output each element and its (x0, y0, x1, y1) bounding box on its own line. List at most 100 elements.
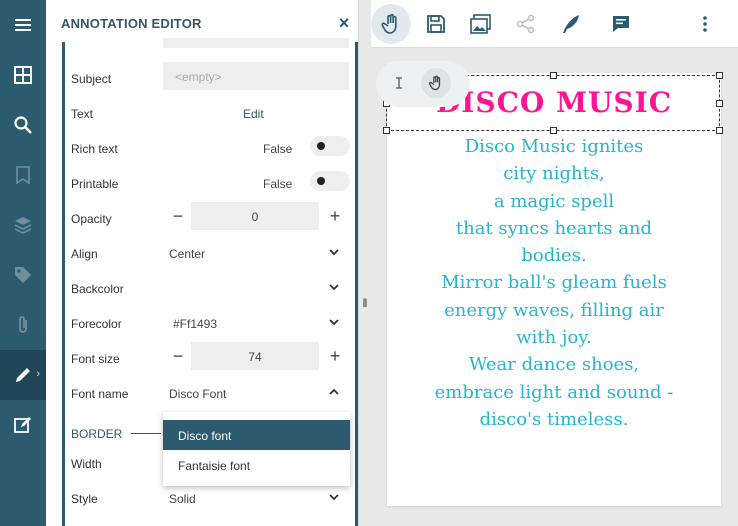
font-option-disco[interactable]: Disco font (163, 420, 350, 450)
printable-toggle[interactable] (310, 171, 350, 191)
share-button[interactable] (506, 4, 546, 44)
text-line: bodies. (521, 245, 587, 267)
tag-icon (15, 267, 31, 283)
forecolor-value: #Ff1493 (173, 317, 218, 331)
annotation-editor-panel: ANNOTATION EDITOR × Subject <empty> Text… (46, 0, 359, 526)
font-option-fantaisie[interactable]: Fantaisie font (163, 450, 350, 480)
chevron-down-icon (329, 494, 339, 501)
text-line: Mirror ball's gleam fuels (441, 272, 667, 294)
text-line: energy waves, filling air (444, 299, 664, 321)
width-label: Width (71, 457, 102, 471)
row-align[interactable]: Align Center (65, 237, 353, 272)
printable-value: False (263, 177, 293, 191)
text-select-tool[interactable] (384, 68, 414, 98)
save-button[interactable] (416, 4, 456, 44)
tags-button[interactable] (0, 250, 46, 300)
row-style[interactable]: Style Solid (65, 482, 353, 517)
save-icon (427, 15, 445, 33)
attachment-icon (19, 316, 27, 333)
rich-text-value: False (263, 142, 293, 156)
pencil-icon (16, 368, 30, 382)
text-line: Wear dance shoes, (468, 354, 640, 376)
font-size-increment-button[interactable]: + (326, 346, 344, 366)
text-cursor-icon (396, 77, 402, 89)
signature-button[interactable] (551, 4, 591, 44)
opacity-decrement-button[interactable]: − (169, 206, 187, 226)
font-name-label: Font name (71, 387, 129, 401)
thumbnails-icon (14, 66, 32, 84)
menu-button[interactable] (0, 0, 46, 50)
text-line: that syncs hearts and (455, 217, 653, 239)
chevron-right-icon: › (36, 368, 40, 380)
thumbnails-button[interactable] (0, 50, 46, 100)
text-line: embrace light and sound - (434, 381, 674, 403)
document-canvas[interactable]: DISCO MUSIC Disco Music ignites city nig… (371, 49, 738, 526)
subject-input[interactable]: <empty> (163, 62, 349, 90)
font-size-decrement-button[interactable]: − (169, 346, 187, 366)
signature-icon (563, 15, 579, 33)
menu-icon (15, 19, 31, 31)
search-button[interactable] (0, 100, 46, 150)
row-backcolor[interactable]: Backcolor (65, 272, 353, 307)
comment-button[interactable] (601, 4, 641, 44)
text-line: city nights, (503, 163, 605, 185)
more-options-button[interactable] (685, 4, 725, 44)
align-value: Center (169, 247, 206, 261)
font-size-input[interactable]: 74 (191, 342, 319, 370)
pan-tool-button[interactable] (371, 4, 411, 44)
annotation-editor-button[interactable] (0, 400, 46, 450)
text-line: with joy. (516, 327, 592, 349)
more-icon (703, 16, 707, 32)
image-button[interactable] (461, 4, 501, 44)
text-line: a magic spell (493, 190, 615, 212)
opacity-label: Opacity (71, 212, 112, 226)
left-rail: › (0, 0, 46, 526)
row-rich-text: Rich text False (65, 132, 353, 167)
annotation-mini-toolbar (376, 61, 470, 107)
pan-icon (381, 13, 397, 34)
text-line: Disco Music ignites (464, 136, 644, 157)
chevron-down-icon (329, 319, 339, 326)
resize-handle[interactable] (550, 72, 557, 79)
row-opacity: Opacity − 0 + (65, 202, 353, 237)
resize-handle[interactable] (716, 72, 723, 79)
row-font-name[interactable]: Font name Disco Font (65, 377, 353, 412)
rich-text-label: Rich text (71, 142, 118, 156)
bookmarks-button[interactable] (0, 150, 46, 200)
opacity-increment-button[interactable]: + (326, 206, 344, 226)
row-font-size: Font size − 74 + (65, 342, 353, 377)
chevron-down-icon (329, 249, 339, 256)
hand-tool[interactable] (421, 68, 451, 98)
truncated-field (163, 38, 349, 48)
image-icon (470, 14, 491, 34)
backcolor-label: Backcolor (71, 282, 124, 296)
bookmark-icon (16, 166, 30, 185)
row-subject: Subject <empty> (65, 62, 353, 97)
subject-label: Subject (71, 72, 112, 86)
text-line: disco's timeless. (479, 408, 629, 430)
text-edit-link[interactable]: Edit (243, 107, 264, 121)
scrollbar[interactable] (355, 42, 358, 526)
edit-annotation-icon (14, 417, 31, 433)
row-forecolor[interactable]: Forecolor #Ff1493 (65, 307, 353, 342)
align-label: Align (71, 247, 98, 261)
search-icon (14, 116, 32, 134)
layers-icon (14, 217, 32, 234)
chevron-up-icon (329, 388, 339, 395)
share-icon (516, 14, 535, 34)
text-label: Text (71, 107, 94, 121)
annotation-tools-button[interactable]: › (0, 350, 46, 400)
font-name-dropdown: Disco font Fantaisie font (163, 412, 350, 486)
style-label: Style (71, 492, 98, 506)
rich-text-toggle[interactable] (310, 136, 350, 156)
panel-splitter[interactable]: ‖ (361, 296, 369, 312)
attachments-button[interactable] (0, 300, 46, 350)
section-divider (131, 433, 161, 434)
layers-button[interactable] (0, 200, 46, 250)
close-icon[interactable]: × (336, 12, 352, 34)
style-value: Solid (169, 492, 196, 506)
font-name-value: Disco Font (169, 387, 227, 401)
chevron-down-icon (329, 284, 339, 291)
opacity-input[interactable]: 0 (191, 202, 319, 230)
printable-label: Printable (71, 177, 119, 191)
